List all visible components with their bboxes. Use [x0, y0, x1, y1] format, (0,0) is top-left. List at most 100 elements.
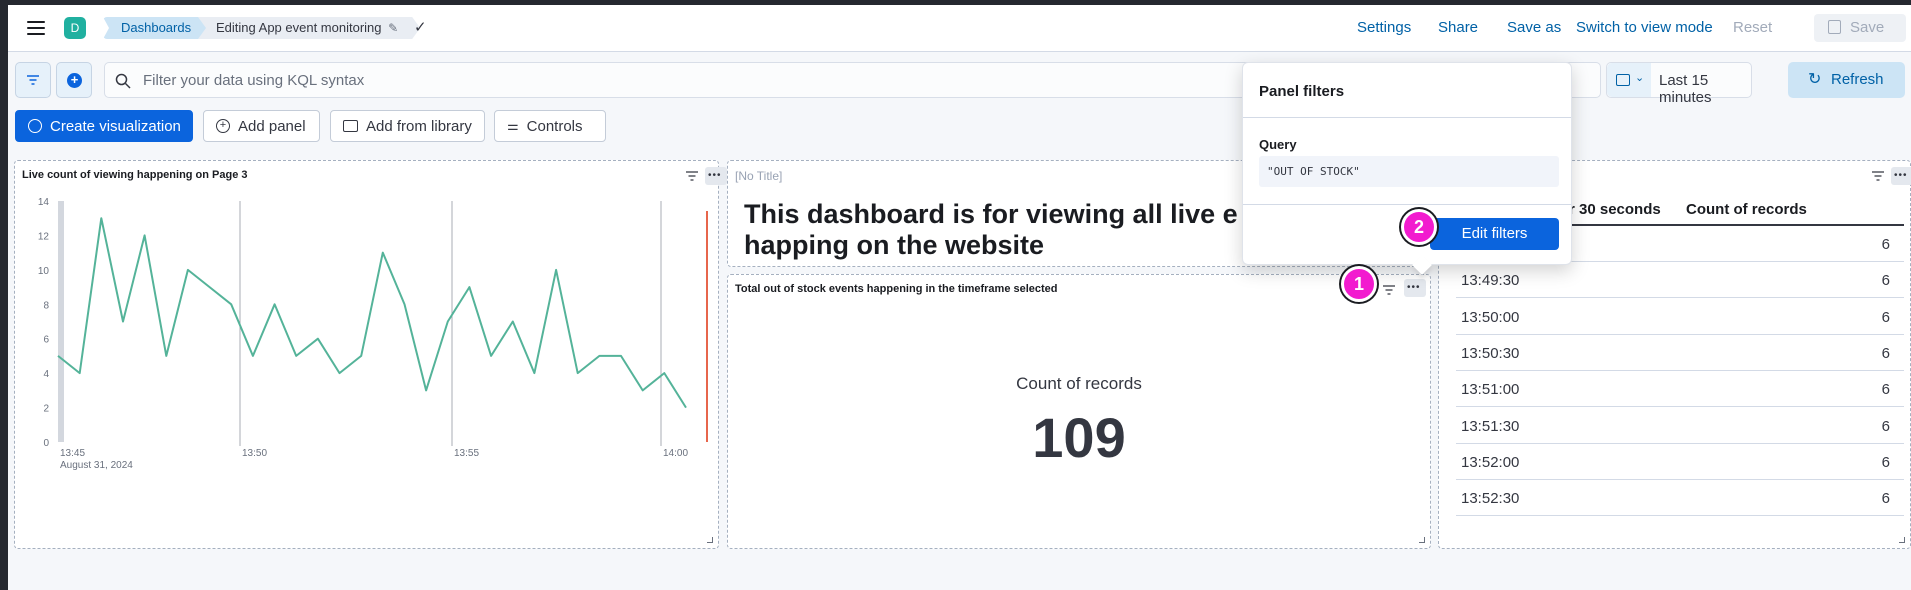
line-chart-panel[interactable]: Live count of viewing happening on Page …: [14, 160, 727, 549]
refresh-icon: ↻: [1808, 71, 1822, 88]
calendar-icon[interactable]: ⌄: [1607, 63, 1651, 97]
partial-bucket-band: [58, 201, 64, 442]
add-filter-button[interactable]: +: [56, 62, 92, 98]
x-tick-label: 13:50: [242, 448, 267, 459]
add-panel-label: Add panel: [238, 117, 306, 135]
annotation-badge-1: 1: [1341, 266, 1377, 302]
time-range-label[interactable]: Last 15 minutes: [1659, 72, 1751, 106]
share-button[interactable]: Share: [1438, 19, 1478, 36]
edit-filters-button[interactable]: Edit filters: [1430, 218, 1559, 250]
search-icon: [115, 73, 131, 89]
app-root: D Dashboards Editing App event monitorin…: [8, 5, 1911, 590]
refresh-label: Refresh: [1831, 71, 1884, 88]
y-tick-label: 6: [43, 335, 49, 346]
table-cell-time: 13:50:30: [1461, 344, 1520, 362]
query-label: Query: [1259, 137, 1297, 152]
y-tick-label: 2: [43, 404, 49, 415]
series-line: [57, 217, 687, 409]
add-from-library-label: Add from library: [366, 117, 472, 135]
table-row: 13:49:30 6: [1456, 262, 1904, 299]
panel-options-icon[interactable]: •••: [705, 167, 727, 185]
save-label: Save: [1850, 19, 1885, 36]
table-cell-count: 6: [1881, 453, 1890, 471]
query-value-box: "OUT OF STOCK": [1259, 156, 1559, 187]
add-from-library-button[interactable]: Add from library: [330, 110, 485, 142]
table-row: 13:52:00 6: [1456, 444, 1904, 480]
table-cell-count: 6: [1881, 381, 1890, 399]
table-col-count[interactable]: Count of records: [1686, 201, 1807, 218]
x-tick-label: 14:00: [663, 448, 688, 459]
table-row: 13:52:30 6: [1456, 480, 1904, 517]
pencil-icon[interactable]: ✎: [388, 21, 398, 35]
breadcrumb-current-label: Editing App event monitoring: [216, 20, 382, 35]
plus-circle-icon: +: [216, 119, 230, 133]
save-button[interactable]: Save: [1814, 14, 1906, 42]
confirm-check-icon[interactable]: ✓: [414, 18, 427, 36]
space-avatar[interactable]: D: [64, 17, 86, 39]
resize-handle-icon[interactable]: [707, 537, 713, 543]
table-cell-count: 6: [1881, 417, 1890, 435]
line-chart: 0 2 4 6 8 10 12 14 13:45 13:50 13:55 14:00 August 31…: [38, 197, 708, 471]
plus-circle-icon: +: [67, 73, 82, 88]
panel-title: Live count of viewing happening on Page …: [22, 169, 248, 181]
x-tick-label: 13:55: [454, 448, 479, 459]
y-tick-label: 10: [38, 266, 50, 277]
y-tick-label: 4: [43, 369, 49, 380]
markdown-text-line1: This dashboard is for viewing all live e: [744, 199, 1238, 229]
table-cell-count: 6: [1881, 308, 1890, 326]
date-picker[interactable]: ⌄ Last 15 minutes: [1606, 62, 1752, 106]
table-col-time[interactable]: r 30 seconds: [1569, 201, 1661, 218]
create-visualization-label: Create visualization: [50, 117, 181, 135]
top-header: D Dashboards Editing App event monitorin…: [8, 5, 1911, 52]
y-tick-label: 8: [43, 300, 49, 311]
controls-icon: ⚌: [507, 118, 519, 133]
y-tick-label: 14: [38, 197, 50, 208]
table-cell-time: 13:50:00: [1461, 308, 1520, 326]
create-visualization-button[interactable]: Create visualization: [15, 110, 193, 142]
panel-title: Total out of stock events happening in t…: [735, 283, 1058, 295]
menu-icon[interactable]: [26, 19, 46, 37]
metric-panel[interactable]: Total out of stock events happening in t…: [727, 274, 1431, 549]
panel-filter-icon[interactable]: [685, 171, 699, 181]
filter-menu-button[interactable]: [15, 62, 51, 98]
panel-options-icon[interactable]: •••: [1891, 167, 1911, 185]
table-cell-count: 6: [1881, 344, 1890, 362]
save-as-button[interactable]: Save as: [1507, 19, 1561, 36]
popover-title: Panel filters: [1259, 83, 1345, 100]
metric-value: 109: [1032, 406, 1126, 469]
folder-icon: [343, 120, 358, 132]
table-cell-time: 13:52:00: [1461, 453, 1520, 471]
switch-view-mode-button[interactable]: Switch to view mode: [1576, 19, 1713, 36]
table-cell-count: 6: [1881, 236, 1890, 253]
query-value: "OUT OF STOCK": [1267, 165, 1360, 178]
reset-button[interactable]: Reset: [1733, 19, 1772, 36]
table-row: 13:50:30 6: [1456, 335, 1904, 371]
refresh-button[interactable]: ↻ Refresh: [1788, 62, 1905, 98]
table-cell-count: 6: [1881, 490, 1890, 508]
save-disk-icon: [1828, 20, 1841, 34]
table-cell-time: 13:51:00: [1461, 381, 1520, 399]
panel-filter-icon[interactable]: [1871, 171, 1885, 181]
table-row: 13:51:30 6: [1456, 408, 1904, 444]
breadcrumb-dashboards[interactable]: Dashboards: [103, 17, 215, 39]
table-cell-time: 13:52:30: [1461, 490, 1520, 508]
y-tick-label: 12: [38, 231, 50, 242]
filter-icon: [27, 75, 39, 85]
settings-button[interactable]: Settings: [1357, 19, 1411, 36]
breadcrumb-current: Editing App event monitoring ✎: [198, 17, 420, 39]
table-cell-time: 13:49:30: [1461, 272, 1520, 290]
table-row: 13:50:00 6: [1456, 299, 1904, 335]
panel-no-title: [No Title]: [735, 169, 783, 183]
resize-handle-icon[interactable]: [1899, 537, 1905, 543]
popover-divider: [1243, 204, 1571, 205]
popover-divider: [1243, 117, 1571, 118]
metric-label: Count of records: [1016, 374, 1142, 393]
panel-options-icon[interactable]: •••: [1404, 279, 1426, 297]
controls-button[interactable]: ⚌ Controls: [494, 110, 606, 142]
annotation-badge-2: 2: [1401, 209, 1437, 245]
resize-handle-icon[interactable]: [1419, 537, 1425, 543]
controls-label: Controls: [526, 117, 583, 135]
add-panel-button[interactable]: + Add panel: [203, 110, 320, 142]
panel-filter-icon[interactable]: [1382, 285, 1396, 295]
visualize-icon: [28, 119, 42, 133]
